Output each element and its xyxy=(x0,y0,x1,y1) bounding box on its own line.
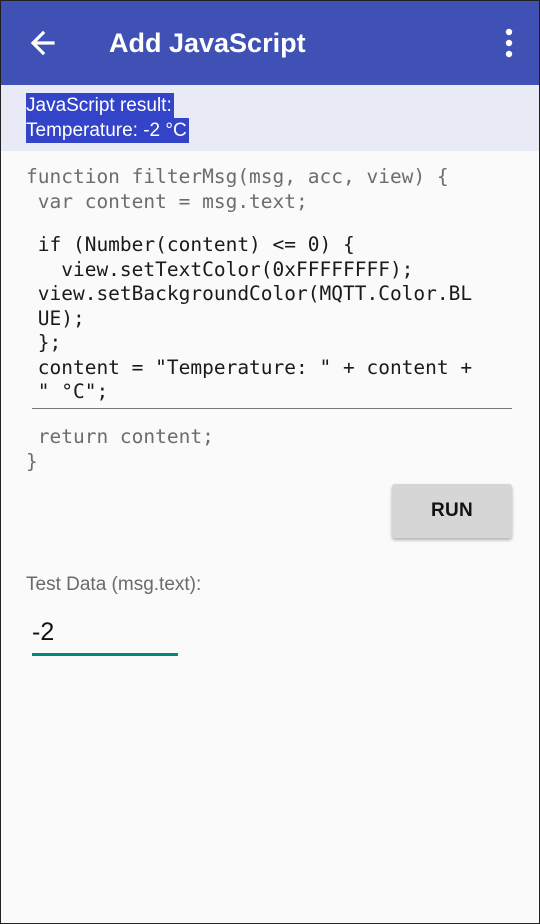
javascript-result: JavaScript result: Temperature: -2 °C xyxy=(26,93,189,143)
page-title: Add JavaScript xyxy=(109,28,306,58)
more-vert-icon[interactable] xyxy=(499,25,519,61)
test-data-underline xyxy=(32,653,178,656)
test-data-label: Test Data (msg.text): xyxy=(26,574,202,595)
app-bar: Add JavaScript xyxy=(1,1,539,85)
test-data-input[interactable]: -2 xyxy=(32,618,54,647)
result-value: Temperature: -2 °C xyxy=(26,118,189,143)
code-input-underline xyxy=(32,408,512,409)
run-button[interactable]: RUN xyxy=(392,484,512,538)
code-footer: return content; } xyxy=(26,425,214,473)
code-header: function filterMsg(msg, acc, view) { var… xyxy=(26,165,449,213)
back-arrow-icon[interactable] xyxy=(27,27,59,59)
code-editor-input[interactable]: if (Number(content) <= 0) { view.setText… xyxy=(26,233,472,405)
result-label: JavaScript result: xyxy=(26,93,174,118)
